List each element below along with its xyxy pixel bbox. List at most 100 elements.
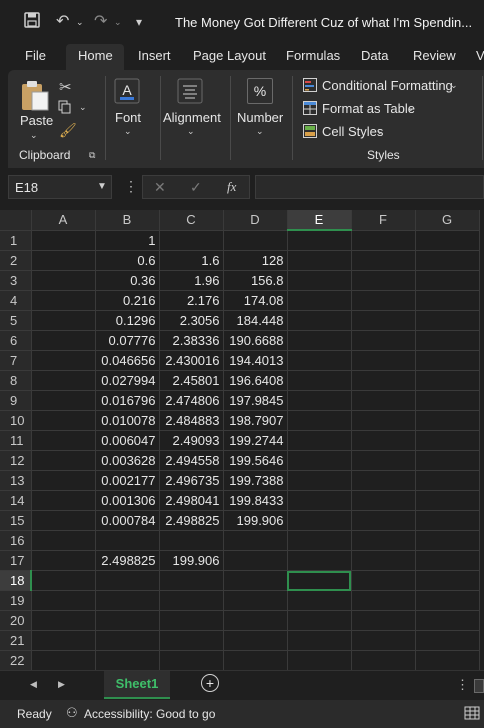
formula-input[interactable] <box>255 175 484 199</box>
cell-d18[interactable] <box>223 570 288 591</box>
cell-f20[interactable] <box>351 610 416 631</box>
cell-g5[interactable] <box>415 310 480 331</box>
cell-c5[interactable]: 2.3056 <box>159 310 224 331</box>
column-header-g[interactable]: G <box>415 210 480 231</box>
cell-g17[interactable] <box>415 550 480 571</box>
cell-b4[interactable]: 0.216 <box>95 290 160 311</box>
cell-f22[interactable] <box>351 650 416 670</box>
tab-review[interactable]: Review <box>413 48 456 63</box>
row-header[interactable]: 19 <box>0 590 32 611</box>
cell-f4[interactable] <box>351 290 416 311</box>
format-painter-icon[interactable]: 🖌 <box>59 122 77 139</box>
cell-c19[interactable] <box>159 590 224 611</box>
cell-b2[interactable]: 0.6 <box>95 250 160 271</box>
cell-f21[interactable] <box>351 630 416 651</box>
cell-b6[interactable]: 0.07776 <box>95 330 160 351</box>
cell-e14[interactable] <box>287 490 352 511</box>
cell-c11[interactable]: 2.49093 <box>159 430 224 451</box>
tab-view[interactable]: V <box>476 48 484 63</box>
cell-g13[interactable] <box>415 470 480 491</box>
cell-g1[interactable] <box>415 230 480 251</box>
name-box-dropdown-icon[interactable]: ▼ <box>97 181 107 192</box>
cell-b18[interactable] <box>95 570 160 591</box>
cell-e5[interactable] <box>287 310 352 331</box>
cell-g9[interactable] <box>415 390 480 411</box>
cell-e4[interactable] <box>287 290 352 311</box>
cell-b1[interactable]: 1 <box>95 230 160 251</box>
cell-g16[interactable] <box>415 530 480 551</box>
cell-f18[interactable] <box>351 570 416 591</box>
cell-f8[interactable] <box>351 370 416 391</box>
enter-icon[interactable]: ✓ <box>190 179 202 196</box>
font-icon[interactable]: A <box>114 78 140 109</box>
cell-e15[interactable] <box>287 510 352 531</box>
row-header[interactable]: 21 <box>0 630 32 651</box>
worksheet-grid[interactable]: ABCDEFG 1 1 2 0.6 1.6 128 3 0.36 1.96 156.8 4 0.216… <box>0 210 484 670</box>
cell-f2[interactable] <box>351 250 416 271</box>
next-sheet-icon[interactable]: ▶ <box>58 679 65 690</box>
row-header[interactable]: 5 <box>0 310 32 331</box>
cell-e3[interactable] <box>287 270 352 291</box>
sheet-tab[interactable]: Sheet1 <box>104 671 170 699</box>
cell-c10[interactable]: 2.484883 <box>159 410 224 431</box>
alignment-button[interactable]: Alignment <box>163 110 221 125</box>
row-header[interactable]: 1 <box>0 230 32 251</box>
cell-d13[interactable]: 199.7388 <box>223 470 288 491</box>
cell-f7[interactable] <box>351 350 416 371</box>
cell-f10[interactable] <box>351 410 416 431</box>
cell-d10[interactable]: 198.7907 <box>223 410 288 431</box>
prev-sheet-icon[interactable]: ◀ <box>30 679 37 690</box>
redo-dropdown-icon[interactable]: ⌄ <box>114 12 122 32</box>
cell-e13[interactable] <box>287 470 352 491</box>
cell-c7[interactable]: 2.430016 <box>159 350 224 371</box>
cell-a15[interactable] <box>31 510 96 531</box>
cell-e21[interactable] <box>287 630 352 651</box>
cell-b22[interactable] <box>95 650 160 670</box>
cell-d3[interactable]: 156.8 <box>223 270 288 291</box>
cell-f15[interactable] <box>351 510 416 531</box>
cell-g7[interactable] <box>415 350 480 371</box>
cell-d2[interactable]: 128 <box>223 250 288 271</box>
cell-d9[interactable]: 197.9845 <box>223 390 288 411</box>
alignment-icon[interactable] <box>177 78 203 109</box>
conditional-formatting-dropdown-icon[interactable]: ⌄ <box>450 80 458 91</box>
cell-f13[interactable] <box>351 470 416 491</box>
accessibility-status[interactable]: Accessibility: Good to go <box>84 707 215 721</box>
cell-styles-dropdown-icon[interactable]: ⌄ <box>376 126 384 137</box>
tab-home[interactable]: Home <box>78 48 113 63</box>
row-header[interactable]: 20 <box>0 610 32 631</box>
cell-g6[interactable] <box>415 330 480 351</box>
alignment-dropdown-icon[interactable]: ⌄ <box>187 126 195 137</box>
dialog-launcher-icon[interactable]: ⧉ <box>89 150 95 161</box>
cell-g22[interactable] <box>415 650 480 670</box>
cell-c12[interactable]: 2.494558 <box>159 450 224 471</box>
paste-icon[interactable] <box>20 78 50 117</box>
more-sheets-icon[interactable]: ⋮ <box>456 677 469 693</box>
cell-g20[interactable] <box>415 610 480 631</box>
cell-g19[interactable] <box>415 590 480 611</box>
cell-d4[interactable]: 174.08 <box>223 290 288 311</box>
cell-d7[interactable]: 194.4013 <box>223 350 288 371</box>
cell-e7[interactable] <box>287 350 352 371</box>
cell-a12[interactable] <box>31 450 96 471</box>
cell-e11[interactable] <box>287 430 352 451</box>
undo-dropdown-icon[interactable]: ⌄ <box>76 12 84 32</box>
format-as-table-button[interactable]: Format as Table <box>322 101 415 116</box>
cell-e18[interactable] <box>287 570 352 591</box>
font-button[interactable]: Font <box>115 110 141 125</box>
cell-f6[interactable] <box>351 330 416 351</box>
row-header[interactable]: 6 <box>0 330 32 351</box>
cell-d22[interactable] <box>223 650 288 670</box>
cell-c22[interactable] <box>159 650 224 670</box>
customize-qat-icon[interactable]: ▾ <box>136 12 142 32</box>
cell-a8[interactable] <box>31 370 96 391</box>
cell-f1[interactable] <box>351 230 416 251</box>
cell-f5[interactable] <box>351 310 416 331</box>
cell-c4[interactable]: 2.176 <box>159 290 224 311</box>
cell-b9[interactable]: 0.016796 <box>95 390 160 411</box>
cell-a20[interactable] <box>31 610 96 631</box>
cell-a1[interactable] <box>31 230 96 251</box>
cell-f12[interactable] <box>351 450 416 471</box>
cell-b12[interactable]: 0.003628 <box>95 450 160 471</box>
undo-icon[interactable]: ↶ <box>56 12 69 32</box>
